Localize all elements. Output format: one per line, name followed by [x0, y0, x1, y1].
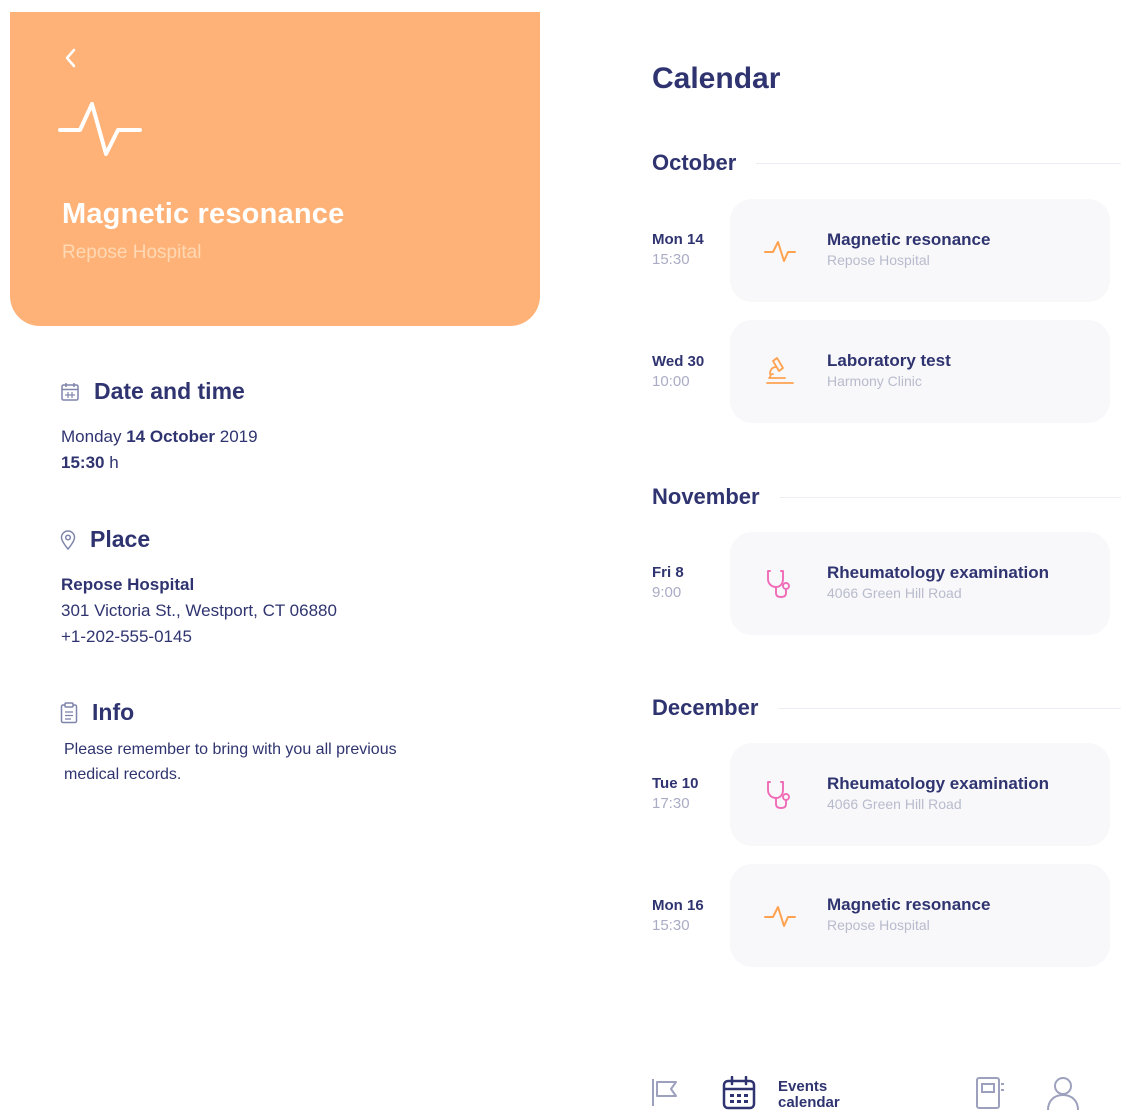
pulse-icon — [760, 896, 800, 936]
date-year: 2019 — [219, 427, 258, 446]
microscope-icon — [760, 352, 800, 392]
pulse-icon — [760, 231, 800, 271]
nav-active-label[interactable]: Events calendar — [778, 1079, 840, 1110]
pulse-icon — [58, 102, 142, 156]
event-time: 9:00 — [652, 584, 682, 601]
nav-profile[interactable] — [1046, 1076, 1080, 1110]
event-day: Tue 10 — [652, 775, 699, 792]
event-place: 4066 Green Hill Road — [827, 796, 962, 812]
event-title: Laboratory test — [827, 351, 951, 370]
event-date: Wed 30 10:00 — [652, 353, 704, 390]
nav-events-calendar[interactable] — [722, 1075, 756, 1110]
info-text-line: medical records. — [64, 766, 182, 783]
back-button[interactable] — [54, 38, 86, 78]
event-title: Rheumatology examination — [827, 563, 1049, 582]
month-header-october: October — [652, 150, 1121, 176]
event-title: Magnetic resonance — [827, 230, 991, 249]
time-suffix: h — [109, 453, 119, 472]
event-date: Mon 14 15:30 — [652, 231, 704, 268]
event-place: Harmony Clinic — [827, 373, 922, 389]
place-section-heading: Place — [60, 526, 150, 553]
event-title: Magnetic resonance — [62, 198, 345, 230]
info-text-line: Please remember to bring with you all pr… — [64, 741, 397, 758]
event-time: 10:00 — [652, 373, 690, 390]
month-divider — [756, 162, 1121, 164]
event-day: Mon 16 — [652, 897, 704, 914]
event-card[interactable]: Magnetic resonance Repose Hospital — [730, 199, 1110, 302]
nav-flag[interactable] — [650, 1076, 680, 1110]
month-label: December — [652, 695, 759, 720]
event-time: 15:30 — [652, 917, 690, 934]
place-address: 301 Victoria St., Westport, CT 06880 — [61, 601, 337, 620]
time-value: 15:30 — [61, 453, 105, 472]
place-phone[interactable]: +1-202-555-0145 — [61, 627, 192, 646]
date-section-heading: Date and time — [60, 378, 245, 405]
date-weekday: Monday — [61, 427, 122, 446]
date-section-label: Date and time — [94, 378, 245, 404]
nav-notebook[interactable] — [974, 1076, 1006, 1110]
event-date: Tue 10 17:30 — [652, 775, 698, 812]
calendar-icon — [61, 382, 79, 401]
event-header-card: Magnetic resonance Repose Hospital — [10, 12, 540, 326]
event-day: Wed 30 — [652, 353, 705, 370]
chevron-left-icon — [65, 48, 76, 68]
place-details: Repose Hospital 301 Victoria St., Westpo… — [61, 572, 337, 650]
event-time: 15:30 — [652, 251, 690, 268]
event-place: Repose Hospital — [827, 917, 930, 933]
month-label: October — [652, 150, 737, 175]
date-day-month: 14 October — [126, 427, 216, 446]
event-place: 4066 Green Hill Road — [827, 585, 962, 601]
nav-label-line: calendar — [778, 1094, 840, 1110]
user-icon — [1047, 1077, 1079, 1110]
stethoscope-icon — [760, 775, 800, 815]
info-section-label: Info — [92, 699, 135, 725]
event-card[interactable]: Laboratory test Harmony Clinic — [730, 320, 1110, 423]
month-label: November — [652, 484, 760, 509]
event-date: Fri 8 9:00 — [652, 564, 684, 601]
place-name: Repose Hospital — [61, 575, 195, 594]
event-card[interactable]: Rheumatology examination 4066 Green Hill… — [730, 532, 1110, 635]
clipboard-icon — [60, 701, 78, 723]
date-value: Monday 14 October 2019 15:30 h — [61, 424, 258, 476]
event-card[interactable]: Magnetic resonance Repose Hospital — [730, 864, 1110, 967]
month-divider — [779, 496, 1121, 498]
location-pin-icon — [60, 529, 76, 550]
nav-label-line: Events — [778, 1078, 828, 1095]
month-divider — [778, 707, 1121, 709]
place-section-label: Place — [90, 526, 151, 552]
event-title: Magnetic resonance — [827, 895, 991, 914]
info-section-heading: Info — [60, 699, 134, 726]
month-header-november: November — [652, 484, 1121, 510]
month-header-december: December — [652, 695, 1121, 721]
event-day: Mon 14 — [652, 231, 704, 248]
flag-icon — [652, 1079, 677, 1106]
calendar-title: Calendar — [652, 62, 781, 95]
event-date: Mon 16 15:30 — [652, 897, 704, 934]
event-card[interactable]: Rheumatology examination 4066 Green Hill… — [730, 743, 1110, 846]
event-day: Fri 8 — [652, 564, 684, 581]
event-time: 17:30 — [652, 795, 690, 812]
notebook-icon — [976, 1077, 1004, 1109]
calendar-icon — [722, 1075, 756, 1110]
stethoscope-icon — [760, 564, 800, 604]
info-text: Please remember to bring with you all pr… — [64, 737, 397, 787]
event-title: Rheumatology examination — [827, 774, 1049, 793]
event-subtitle: Repose Hospital — [62, 242, 202, 263]
event-place: Repose Hospital — [827, 252, 930, 268]
